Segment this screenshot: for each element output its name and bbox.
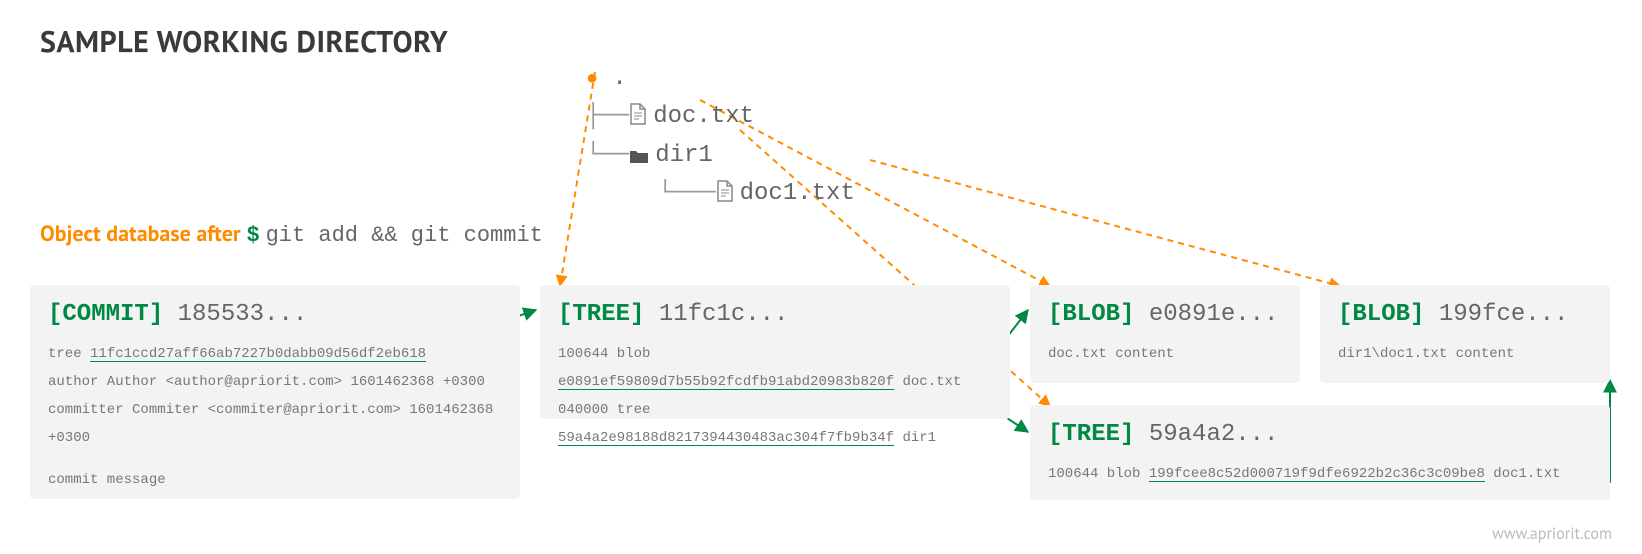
tree-file-label: doc1.txt <box>740 180 855 207</box>
prompt-symbol: $ <box>247 223 260 248</box>
tree-tag: [TREE] <box>1048 421 1134 448</box>
file-icon <box>716 180 734 202</box>
tree-hash: 59a4a2... <box>1149 421 1279 448</box>
file-icon <box>629 103 647 125</box>
tree-dir1-box: [TREE] 59a4a2... 100644 blob 199fcee8c52… <box>1030 405 1610 500</box>
command-text: git add && git commit <box>266 223 543 248</box>
commit-tree-label: tree <box>48 346 90 362</box>
commit-box: [COMMIT] 185533... tree 11fc1ccd27aff66a… <box>30 285 520 499</box>
tree-entry-hash: e0891ef59809d7b55b92fcdfb91abd20983b820f <box>558 374 894 390</box>
file-tree: ● . ├──doc.txt └──dir1 └───doc1.txt <box>586 60 855 214</box>
tree-entry-mode: 100644 blob <box>558 346 650 362</box>
tree-file-label: doc.txt <box>653 103 754 130</box>
tree-root-dot: ● <box>586 68 598 91</box>
tree-entry-hash: 199fcee8c52d000719f9dfe6922b2c36c3c09be8 <box>1149 466 1485 482</box>
tree-entry-name: doc.txt <box>894 374 961 390</box>
tree-entry-mode: 040000 tree <box>558 402 650 418</box>
commit-hash: 185533... <box>178 301 308 328</box>
blob-content: dir1\doc1.txt content <box>1338 340 1592 368</box>
blob-doc1-box: [BLOB] 199fce... dir1\doc1.txt content <box>1320 285 1610 383</box>
commit-author: author Author <author@apriorit.com> 1601… <box>48 368 502 396</box>
blob-tag: [BLOB] <box>1338 301 1424 328</box>
tree-entry-mode: 100644 blob <box>1048 466 1149 482</box>
tree-tag: [TREE] <box>558 301 644 328</box>
tree-dir-label: dir1 <box>655 142 713 169</box>
commit-message: commit message <box>48 466 502 494</box>
commit-committer: committer Commiter <commiter@apriorit.co… <box>48 396 502 452</box>
tree-entry-name: dir1 <box>894 430 936 446</box>
commit-tree-hash: 11fc1ccd27aff66ab7227b0dabb09d56df2eb618 <box>90 346 426 362</box>
blob-tag: [BLOB] <box>1048 301 1134 328</box>
blob-hash: 199fce... <box>1439 301 1569 328</box>
subtitle: Object database after $ git add && git c… <box>40 220 543 248</box>
blob-content: doc.txt content <box>1048 340 1282 368</box>
tree-root-box: [TREE] 11fc1c... 100644 blob e0891ef5980… <box>540 285 1010 419</box>
footer-watermark: www.apriorit.com <box>1492 524 1612 544</box>
blob-hash: e0891e... <box>1149 301 1279 328</box>
subtitle-label: Object database after <box>40 220 241 248</box>
folder-icon <box>629 148 649 164</box>
tree-entry-hash: 59a4a2e98188d8217394430483ac304f7fb9b34f <box>558 430 894 446</box>
commit-tag: [COMMIT] <box>48 301 163 328</box>
tree-hash: 11fc1c... <box>659 301 789 328</box>
tree-root-label: . <box>612 65 626 92</box>
tree-entry-name: doc1.txt <box>1485 466 1561 482</box>
page-title: SAMPLE WORKING DIRECTORY <box>40 22 448 61</box>
blob-doc-box: [BLOB] e0891e... doc.txt content <box>1030 285 1300 383</box>
